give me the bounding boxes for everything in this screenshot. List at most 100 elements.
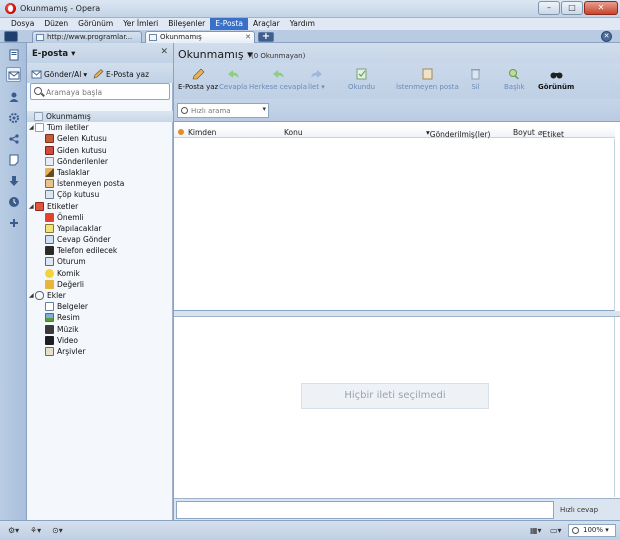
- delete-button[interactable]: Sil: [469, 68, 482, 91]
- mail-view: Okunmamış ▾ (0 Okunmayan) E-Posta yaz Ce…: [173, 43, 620, 520]
- tree-item-inbox[interactable]: Gelen Kutusu: [27, 133, 173, 144]
- turbo-icon[interactable]: ⚙▾: [8, 526, 22, 536]
- menu-edit[interactable]: Düzen: [39, 18, 73, 30]
- reply-button[interactable]: Cevapla: [219, 68, 247, 91]
- quick-reply-area: Hızlı cevap: [174, 498, 620, 520]
- closed-tabs-icon[interactable]: ✕: [601, 31, 612, 42]
- tree-item-music[interactable]: Müzik: [27, 324, 173, 335]
- all-messages-icon: [35, 123, 44, 133]
- window-title: Okunmamış - Opera: [20, 4, 101, 13]
- quick-reply-input[interactable]: [176, 501, 554, 519]
- downloads-panel-button[interactable]: [6, 173, 21, 188]
- column-size[interactable]: Boyut: [513, 128, 535, 137]
- panel-selector: [0, 43, 27, 520]
- tab-close-icon[interactable]: ✕: [245, 33, 251, 41]
- collapse-arrow-icon[interactable]: ◢: [29, 201, 34, 212]
- tree-item-important[interactable]: Önemli: [27, 212, 173, 223]
- tree-item-outbox[interactable]: Giden kutusu: [27, 145, 173, 156]
- tree-item-archives[interactable]: Arşivler: [27, 346, 173, 357]
- film-icon: [45, 335, 54, 345]
- tree-item-valuable[interactable]: Değerli: [27, 279, 173, 290]
- quick-reply-button[interactable]: Hızlı cevap: [560, 506, 598, 514]
- panel-layout-icon[interactable]: ▦▾: [530, 526, 544, 536]
- menu-help[interactable]: Yardım: [285, 18, 320, 30]
- tree-item-todo[interactable]: Yapılacaklar: [27, 223, 173, 234]
- tree-item-attachments[interactable]: ◢ Ekler: [27, 290, 173, 301]
- no-message-selected: Hiçbir ileti seçilmedi: [301, 383, 489, 409]
- opera-logo-icon[interactable]: [5, 3, 16, 14]
- menu-tools[interactable]: Araçlar: [248, 18, 285, 30]
- close-button[interactable]: ✕: [584, 1, 618, 15]
- compose-mail-button[interactable]: E-Posta yaz: [178, 68, 218, 91]
- mail-panel-title[interactable]: E-posta ▾: [32, 49, 75, 59]
- calendar-icon: [45, 257, 54, 267]
- menu-view[interactable]: Görünüm: [73, 18, 118, 30]
- pen-icon: [93, 69, 104, 79]
- mail-panel-header: E-posta ▾ ✕: [27, 43, 173, 63]
- view-options-button[interactable]: Görünüm: [538, 68, 574, 91]
- mail-panel-toolbar: Gönder/Al ▾ E-Posta yaz: [27, 63, 173, 83]
- tree-item-send-reply[interactable]: Cevap Gönder: [27, 234, 173, 245]
- search-dropdown-icon[interactable]: ▾: [262, 105, 266, 113]
- spam-button[interactable]: İstenmeyen posta: [396, 68, 459, 91]
- tree-item-sent[interactable]: Gönderilenler: [27, 156, 173, 167]
- tree-item-images[interactable]: Resim: [27, 312, 173, 323]
- plus-icon: [9, 218, 18, 227]
- tree-item-meeting[interactable]: Oturum: [27, 256, 173, 267]
- download-arrow-icon: [9, 175, 18, 186]
- column-from[interactable]: Kimden: [188, 128, 216, 137]
- menu-mail[interactable]: E-Posta: [210, 18, 248, 30]
- collapse-arrow-icon[interactable]: ◢: [29, 122, 34, 133]
- menu-bookmarks[interactable]: Yer İmleri: [118, 18, 163, 30]
- quick-search-input[interactable]: Hızlı arama ▾: [177, 103, 269, 118]
- zoom-control[interactable]: 100% ▾: [568, 524, 616, 537]
- tree-item-video[interactable]: Video: [27, 335, 173, 346]
- mail-panel-button[interactable]: [6, 67, 21, 82]
- reply-all-button[interactable]: Herkese cevapla: [249, 68, 307, 91]
- bookmarks-panel-button[interactable]: [6, 47, 21, 62]
- send-receive-button[interactable]: Gönder/Al ▾: [31, 69, 87, 79]
- collapse-arrow-icon[interactable]: ◢: [29, 290, 34, 301]
- tree-item-call[interactable]: Telefon edilecek: [27, 245, 173, 256]
- mark-read-button[interactable]: Okundu: [348, 68, 375, 91]
- sync-icon[interactable]: ⊙▾: [52, 526, 66, 536]
- unite-icon[interactable]: ⚘▾: [30, 526, 44, 536]
- history-panel-button[interactable]: [6, 194, 21, 209]
- tree-item-documents[interactable]: Belgeler: [27, 301, 173, 312]
- tree-item-spam[interactable]: İstenmeyen posta: [27, 178, 173, 189]
- notes-panel-button[interactable]: [6, 152, 21, 167]
- share-panel-button[interactable]: [6, 131, 21, 146]
- settings-panel-button[interactable]: [6, 110, 21, 125]
- contacts-panel-button[interactable]: [6, 89, 21, 104]
- maximize-button[interactable]: □: [561, 1, 583, 15]
- forward-button[interactable]: İlet ▾: [308, 68, 325, 91]
- message-list[interactable]: [174, 139, 615, 311]
- panel-toggle-button[interactable]: [4, 31, 18, 42]
- tree-item-funny[interactable]: Komik: [27, 268, 173, 279]
- tab-unread[interactable]: Okunmamış ✕: [145, 31, 255, 43]
- new-tab-button[interactable]: +: [258, 32, 274, 42]
- view-header: Okunmamış ▾ (0 Okunmayan): [174, 43, 620, 63]
- tree-item-trash[interactable]: Çöp kutusu: [27, 189, 173, 200]
- tree-item-all-messages[interactable]: ◢ Tüm iletiler: [27, 122, 173, 133]
- column-subject[interactable]: Konu: [284, 128, 303, 137]
- panel-close-icon[interactable]: ✕: [160, 47, 168, 57]
- column-sent[interactable]: ▾ Gönderilmiş(ler): [426, 128, 490, 139]
- sent-icon: [45, 156, 54, 166]
- mail-search-input[interactable]: Aramaya başla: [30, 83, 170, 100]
- view-title[interactable]: Okunmamış ▾: [178, 48, 253, 61]
- status-bar: ⚙▾ ⚘▾ ⊙▾ ▦▾ ▭▾ 100% ▾: [0, 520, 620, 540]
- tree-item-labels[interactable]: ◢ Etiketler: [27, 201, 173, 212]
- minimize-button[interactable]: –: [538, 1, 560, 15]
- view-mode-icon[interactable]: ▭▾: [550, 526, 564, 536]
- column-label[interactable]: ⌀ Etiket: [538, 128, 564, 139]
- menu-widgets[interactable]: Bileşenler: [163, 18, 210, 30]
- tree-item-drafts[interactable]: Taslaklar: [27, 167, 173, 178]
- tab-web-page[interactable]: http://www.programlar...: [32, 31, 142, 43]
- menu-file[interactable]: Dosya: [6, 18, 39, 30]
- title-button[interactable]: Başlık: [504, 68, 525, 91]
- add-panel-button[interactable]: [6, 215, 21, 230]
- compose-button[interactable]: E-Posta yaz: [93, 69, 149, 79]
- gear-icon: [8, 112, 19, 123]
- tree-item-unread[interactable]: Okunmamış: [27, 111, 173, 123]
